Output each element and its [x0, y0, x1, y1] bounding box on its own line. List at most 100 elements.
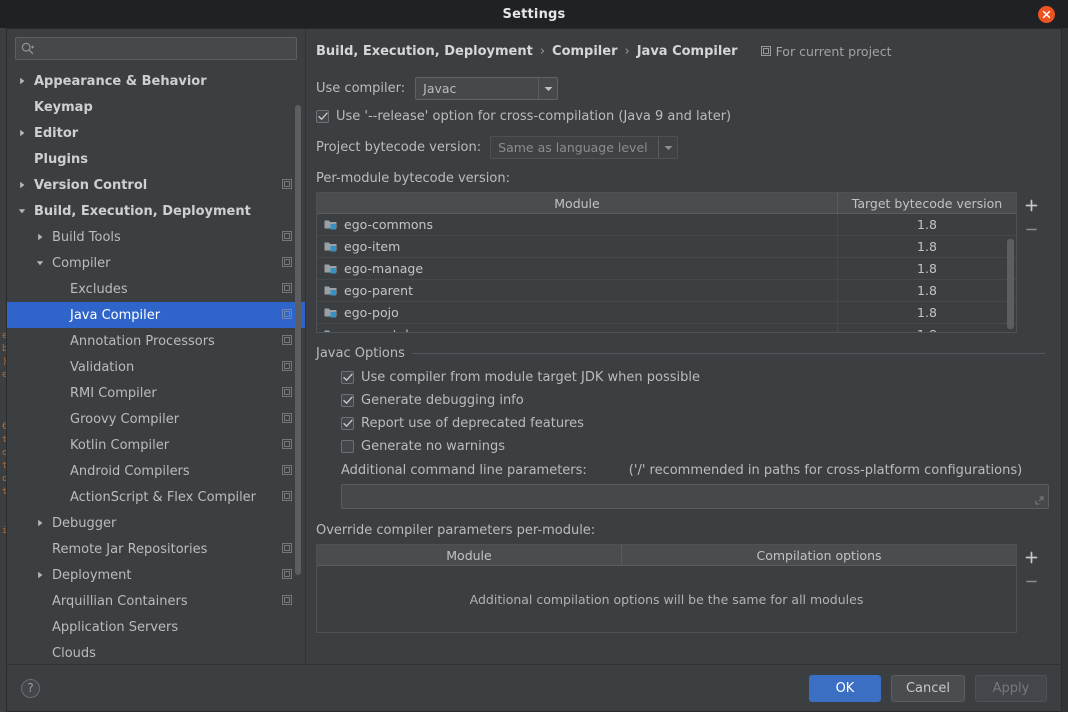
module-cell[interactable]: ego-manage: [317, 258, 838, 279]
table-row[interactable]: ego-parent 1.8: [317, 280, 1016, 302]
sidebar-item-deployment[interactable]: Deployment: [7, 562, 305, 588]
sidebar-item-label: Compiler: [52, 255, 111, 271]
remove-module-button[interactable]: [1023, 221, 1039, 237]
javac-option-checkbox[interactable]: [341, 440, 354, 453]
sidebar-item-validation[interactable]: Validation: [7, 354, 305, 380]
javac-options-title: Javac Options: [316, 346, 405, 361]
per-module-table-container: Module Target bytecode version ego-commo…: [316, 192, 1045, 333]
sidebar-item-actionscript-flex-compiler[interactable]: ActionScript & Flex Compiler: [7, 484, 305, 510]
sidebar-item-excludes[interactable]: Excludes: [7, 276, 305, 302]
sidebar-item-application-servers[interactable]: Application Servers: [7, 614, 305, 640]
per-module-scrollbar-thumb[interactable]: [1007, 239, 1014, 329]
bytecode-version-cell[interactable]: 1.8: [838, 302, 1016, 323]
column-header-version[interactable]: Target bytecode version: [838, 193, 1016, 213]
sidebar-item-editor[interactable]: Editor: [7, 120, 305, 146]
triangle-right-icon[interactable]: [15, 172, 29, 198]
release-option-row[interactable]: Use '--release' option for cross-compila…: [316, 109, 1045, 124]
project-bytecode-select[interactable]: Same as language level: [490, 136, 679, 159]
table-row[interactable]: ego-portal 1.8: [317, 324, 1016, 332]
triangle-down-icon: [36, 261, 44, 266]
per-module-table-header: Module Target bytecode version: [317, 193, 1016, 214]
search-box[interactable]: [15, 37, 297, 60]
sidebar-item-version-control[interactable]: Version Control: [7, 172, 305, 198]
additional-params-hint: ('/' recommended in paths for cross-plat…: [628, 463, 1023, 478]
table-row[interactable]: ego-pojo 1.8: [317, 302, 1016, 324]
release-option-checkbox[interactable]: [316, 110, 329, 123]
add-override-button[interactable]: [1023, 549, 1039, 565]
sidebar-item-arquillian-containers[interactable]: Arquillian Containers: [7, 588, 305, 614]
javac-option-report-use-of-deprecated-features[interactable]: Report use of deprecated features: [341, 416, 1045, 431]
sidebar-item-annotation-processors[interactable]: Annotation Processors: [7, 328, 305, 354]
per-module-scrollbar-track[interactable]: [1007, 215, 1015, 331]
javac-option-checkbox[interactable]: [341, 394, 354, 407]
module-cell[interactable]: ego-portal: [317, 324, 838, 332]
javac-option-generate-no-warnings[interactable]: Generate no warnings: [341, 439, 1045, 454]
check-icon: [317, 112, 328, 120]
bytecode-version-cell[interactable]: 1.8: [838, 236, 1016, 257]
sidebar-item-keymap[interactable]: Keymap: [7, 94, 305, 120]
expand-icon[interactable]: [1035, 496, 1044, 505]
sidebar-item-debugger[interactable]: Debugger: [7, 510, 305, 536]
sidebar-scrollbar-track[interactable]: [295, 65, 303, 575]
dialog-buttons: OK Cancel Apply: [808, 674, 1047, 702]
column-header-compilation-options[interactable]: Compilation options: [622, 545, 1016, 565]
sidebar-item-compiler[interactable]: Compiler: [7, 250, 305, 276]
sidebar-item-groovy-compiler[interactable]: Groovy Compiler: [7, 406, 305, 432]
ok-button[interactable]: OK: [808, 674, 881, 702]
module-cell[interactable]: ego-pojo: [317, 302, 838, 323]
sidebar-item-build-execution-deployment[interactable]: Build, Execution, Deployment: [7, 198, 305, 224]
minus-icon: [1025, 228, 1037, 230]
column-header-module[interactable]: Module: [317, 193, 838, 213]
plus-icon: [1025, 199, 1037, 211]
breadcrumb-separator: ›: [539, 43, 546, 59]
module-cell[interactable]: ego-commons: [317, 214, 838, 235]
plus-icon: [1025, 551, 1037, 563]
bytecode-version-cell[interactable]: 1.8: [838, 258, 1016, 279]
triangle-right-icon[interactable]: [33, 510, 47, 536]
search-input[interactable]: [34, 41, 291, 56]
javac-option-use-compiler-from-module-target-jdk-when-possible[interactable]: Use compiler from module target JDK when…: [341, 370, 1045, 385]
triangle-right-icon[interactable]: [15, 68, 29, 94]
table-row[interactable]: ego-commons 1.8: [317, 214, 1016, 236]
sidebar-scrollbar-thumb[interactable]: [295, 105, 301, 575]
sidebar-item-label: Version Control: [34, 177, 148, 193]
sidebar-item-plugins[interactable]: Plugins: [7, 146, 305, 172]
sidebar-item-clouds[interactable]: Clouds: [7, 640, 305, 664]
sidebar-item-build-tools[interactable]: Build Tools: [7, 224, 305, 250]
triangle-down-icon[interactable]: [33, 250, 47, 276]
breadcrumb-separator: ›: [624, 43, 630, 59]
cancel-button[interactable]: Cancel: [890, 674, 965, 702]
add-module-button[interactable]: [1023, 197, 1039, 213]
column-header-module[interactable]: Module: [317, 545, 622, 565]
remove-override-button[interactable]: [1023, 573, 1039, 589]
project-scope-icon: [282, 257, 292, 267]
sidebar-item-appearance-behavior[interactable]: Appearance & Behavior: [7, 68, 305, 94]
javac-option-generate-debugging-info[interactable]: Generate debugging info: [341, 393, 1045, 408]
module-cell[interactable]: ego-item: [317, 236, 838, 257]
javac-option-checkbox[interactable]: [341, 417, 354, 430]
close-icon[interactable]: [1038, 6, 1055, 23]
sidebar-item-rmi-compiler[interactable]: RMI Compiler: [7, 380, 305, 406]
triangle-right-icon[interactable]: [33, 562, 47, 588]
triangle-right-icon[interactable]: [15, 120, 29, 146]
bytecode-version-cell[interactable]: 1.8: [838, 324, 1016, 332]
additional-params-input[interactable]: [341, 484, 1049, 509]
sidebar-item-kotlin-compiler[interactable]: Kotlin Compiler: [7, 432, 305, 458]
breadcrumb-item-1[interactable]: Compiler: [552, 44, 617, 59]
javac-option-checkbox[interactable]: [341, 371, 354, 384]
triangle-right-icon[interactable]: [33, 224, 47, 250]
use-compiler-select[interactable]: Javac: [415, 77, 559, 100]
javac-option-label: Generate debugging info: [361, 393, 524, 408]
table-row[interactable]: ego-manage 1.8: [317, 258, 1016, 280]
bytecode-version-cell[interactable]: 1.8: [838, 280, 1016, 301]
module-cell[interactable]: ego-parent: [317, 280, 838, 301]
breadcrumb-item-0[interactable]: Build, Execution, Deployment: [316, 44, 533, 59]
sidebar-item-remote-jar-repositories[interactable]: Remote Jar Repositories: [7, 536, 305, 562]
apply-button[interactable]: Apply: [975, 674, 1047, 702]
bytecode-version-cell[interactable]: 1.8: [838, 214, 1016, 235]
sidebar-item-android-compilers[interactable]: Android Compilers: [7, 458, 305, 484]
help-button[interactable]: ?: [21, 678, 40, 698]
sidebar-item-java-compiler[interactable]: Java Compiler: [7, 302, 305, 328]
table-row[interactable]: ego-item 1.8: [317, 236, 1016, 258]
triangle-down-icon[interactable]: [15, 198, 29, 224]
